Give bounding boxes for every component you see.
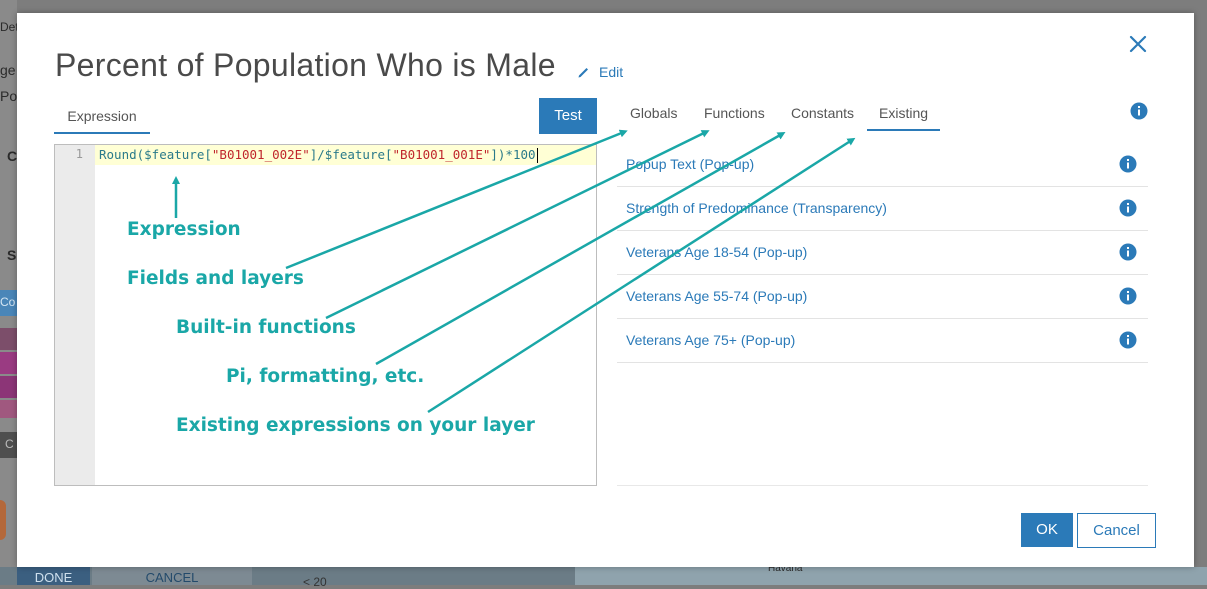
existing-expressions-list: Popup Text (Pop-up) Strength of Predomin… <box>617 143 1148 363</box>
close-icon[interactable] <box>1126 32 1150 56</box>
code-string: "B01001_002E" <box>211 147 310 162</box>
annotation-existing: Existing expressions on your layer <box>176 415 535 436</box>
background-text: S <box>7 247 17 263</box>
background-range-label: < 20 <box>303 575 327 589</box>
background-text: Po <box>0 88 18 104</box>
list-item[interactable]: Veterans Age 18-54 (Pop-up) <box>617 231 1148 275</box>
background-shape <box>0 500 6 540</box>
code-string: "B01001_001E" <box>392 147 491 162</box>
code-line[interactable]: Round($feature["B01001_002E"]/$feature["… <box>95 145 596 165</box>
info-icon[interactable] <box>1119 199 1137 217</box>
background-text: Co <box>0 295 16 309</box>
list-item[interactable]: Popup Text (Pop-up) <box>617 143 1148 187</box>
tab-functions[interactable]: Functions <box>704 105 765 121</box>
edit-label: Edit <box>599 64 624 80</box>
dialog-title: Percent of Population Who is Male <box>55 47 556 83</box>
list-item[interactable]: Veterans Age 55-74 (Pop-up) <box>617 275 1148 319</box>
background-stripe <box>0 400 17 418</box>
info-icon[interactable] <box>1119 155 1137 173</box>
info-icon[interactable] <box>1119 243 1137 261</box>
text-cursor <box>536 148 538 163</box>
list-item-label: Veterans Age 55-74 (Pop-up) <box>626 288 808 304</box>
code-token: ]/ <box>309 147 325 162</box>
info-icon[interactable] <box>1119 331 1137 349</box>
test-button[interactable]: Test <box>539 98 597 134</box>
list-item-label: Popup Text (Pop-up) <box>626 156 755 172</box>
line-gutter: 1 <box>55 145 95 485</box>
annotation-expression: Expression <box>127 219 241 240</box>
code-token: $feature[ <box>144 147 212 162</box>
tab-constants[interactable]: Constants <box>791 105 854 121</box>
annotation-constants: Pi, formatting, etc. <box>226 366 425 387</box>
background-stripe <box>0 328 17 350</box>
line-number: 1 <box>75 147 83 161</box>
tab-existing[interactable]: Existing <box>867 105 941 131</box>
annotation-fields: Fields and layers <box>127 268 304 289</box>
background-done-button: DONE <box>17 567 90 585</box>
background-stripe <box>0 376 17 398</box>
info-icon[interactable] <box>1119 287 1137 305</box>
annotation-functions: Built-in functions <box>176 317 356 338</box>
ok-button[interactable]: OK <box>1021 513 1073 547</box>
background-text: ge <box>0 62 16 78</box>
code-function: Round( <box>99 147 145 162</box>
background-map <box>575 567 1207 585</box>
list-item[interactable]: Veterans Age 75+ (Pop-up) <box>617 319 1148 363</box>
code-token: $feature[ <box>324 147 393 162</box>
background-text: Det <box>0 20 19 34</box>
list-item-label: Veterans Age 18-54 (Pop-up) <box>626 244 808 260</box>
list-empty-area <box>617 363 1148 486</box>
pencil-icon <box>578 68 588 78</box>
list-item-label: Veterans Age 75+ (Pop-up) <box>626 332 796 348</box>
cancel-button[interactable]: Cancel <box>1077 513 1156 548</box>
expression-dialog: Percent of Population Who is Male Edit E… <box>17 13 1194 567</box>
tab-expression[interactable]: Expression <box>54 97 150 134</box>
info-icon[interactable] <box>1130 102 1148 120</box>
code-token: ])*100 <box>490 147 536 162</box>
tab-globals[interactable]: Globals <box>630 105 677 121</box>
list-item[interactable]: Strength of Predominance (Transparency) <box>617 187 1148 231</box>
background-cancel-button: CANCEL <box>92 567 252 585</box>
list-item-label: Strength of Predominance (Transparency) <box>626 200 887 216</box>
background-text: C <box>7 148 18 164</box>
background-stripe <box>0 352 17 374</box>
background-text: C <box>5 437 14 451</box>
edit-title-link[interactable]: Edit <box>577 64 623 80</box>
